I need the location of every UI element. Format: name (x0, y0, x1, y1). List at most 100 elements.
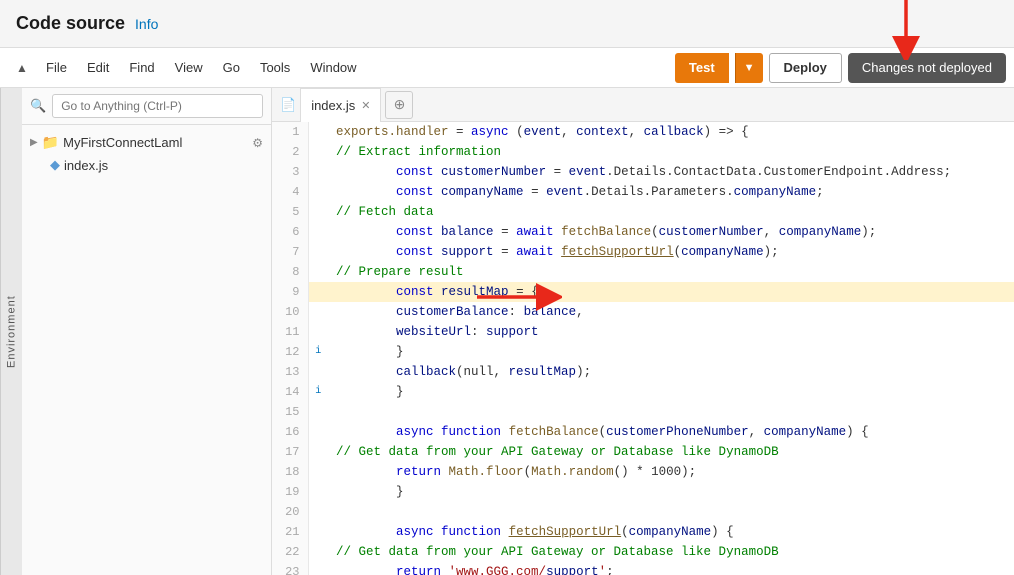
line-number: 23 (272, 562, 308, 575)
title-bar: Code source Info (0, 0, 1014, 48)
deploy-button[interactable]: Deploy (769, 53, 842, 83)
code-line-19: 19 } (272, 482, 1014, 502)
code-line-3: 3 const customerNumber = event.Details.C… (272, 162, 1014, 182)
menu-bar: ▲ File Edit Find View Go Tools Window Te… (0, 48, 1014, 88)
search-input[interactable] (52, 94, 263, 118)
line-marker (308, 222, 328, 242)
tab-label: index.js (311, 98, 355, 113)
line-number: 11 (272, 322, 308, 342)
line-content: return 'www.GGG.com/support'; (328, 562, 1014, 575)
menu-find[interactable]: Find (119, 56, 164, 79)
line-content: const resultMap = { (328, 282, 1014, 302)
file-icon: ◆ (50, 157, 60, 173)
line-marker (308, 282, 328, 302)
line-content: // Get data from your API Gateway or Dat… (328, 442, 1014, 462)
file-item-indexjs[interactable]: ◆ index.js (22, 154, 271, 176)
line-content: exports.handler = async (event, context,… (328, 122, 1014, 142)
line-marker: i (308, 382, 328, 402)
code-line-21: 21 async function fetchSupportUrl(compan… (272, 522, 1014, 542)
tab-close-icon[interactable]: ✕ (361, 99, 370, 112)
line-content: const customerNumber = event.Details.Con… (328, 162, 1014, 182)
tab-add-button[interactable]: ⊕ (385, 91, 413, 119)
line-number: 15 (272, 402, 308, 422)
environment-label: Environment (0, 88, 22, 575)
collapse-button[interactable]: ▲ (8, 54, 36, 82)
menu-tools[interactable]: Tools (250, 56, 300, 79)
info-link[interactable]: Info (135, 16, 158, 32)
line-marker (308, 482, 328, 502)
line-marker (308, 422, 328, 442)
search-icon: 🔍 (30, 98, 46, 114)
line-marker (308, 522, 328, 542)
code-line-22: 22 // Get data from your API Gateway or … (272, 542, 1014, 562)
project-name: MyFirstConnectLaml (63, 135, 182, 150)
line-content: } (328, 482, 1014, 502)
line-number: 10 (272, 302, 308, 322)
line-marker (308, 502, 328, 522)
line-content: async function fetchSupportUrl(companyNa… (328, 522, 1014, 542)
tab-doc-icon: 📄 (280, 97, 296, 113)
changes-not-deployed-button[interactable]: Changes not deployed (848, 53, 1006, 83)
line-number: 7 (272, 242, 308, 262)
line-marker (308, 122, 328, 142)
line-number: 22 (272, 542, 308, 562)
line-content: const support = await fetchSupportUrl(co… (328, 242, 1014, 262)
test-button[interactable]: Test (675, 53, 729, 83)
file-tree: ▶ 📁 MyFirstConnectLaml ⚙ ◆ index.js (22, 125, 271, 575)
gear-icon[interactable]: ⚙ (252, 136, 263, 150)
sidebar: 🔍 ▶ 📁 MyFirstConnectLaml ⚙ ◆ index.js (22, 88, 272, 575)
line-marker (308, 242, 328, 262)
line-content: // Extract information (328, 142, 1014, 162)
menu-go[interactable]: Go (213, 56, 250, 79)
code-line-20: 20 (272, 502, 1014, 522)
tabs-bar: 📄 index.js ✕ ⊕ (272, 88, 1014, 122)
line-number: 13 (272, 362, 308, 382)
line-marker (308, 302, 328, 322)
menu-edit[interactable]: Edit (77, 56, 119, 79)
line-marker (308, 562, 328, 575)
line-number: 1 (272, 122, 308, 142)
code-line-16: 16 async function fetchBalance(customerP… (272, 422, 1014, 442)
folder-icon: 📁 (42, 134, 59, 151)
code-view[interactable]: 1 exports.handler = async (event, contex… (272, 122, 1014, 575)
code-line-17: 17 // Get data from your API Gateway or … (272, 442, 1014, 462)
line-marker: i (308, 342, 328, 362)
page-title: Code source (16, 13, 125, 34)
line-content: callback(null, resultMap); (328, 362, 1014, 382)
code-line-13: 13 callback(null, resultMap); (272, 362, 1014, 382)
line-content: customerBalance: balance, (328, 302, 1014, 322)
line-number: 12 (272, 342, 308, 362)
line-content: } (328, 342, 1014, 362)
tab-indexjs[interactable]: index.js ✕ (300, 88, 381, 122)
line-content: const balance = await fetchBalance(custo… (328, 222, 1014, 242)
line-number: 16 (272, 422, 308, 442)
test-dropdown-button[interactable]: ▼ (735, 53, 763, 83)
line-content (328, 402, 1014, 422)
code-line-15: 15 (272, 402, 1014, 422)
line-number: 14 (272, 382, 308, 402)
menu-file[interactable]: File (36, 56, 77, 79)
menu-bar-right: Test ▼ Deploy Changes not deployed (675, 53, 1006, 83)
code-line-11: 11 websiteUrl: support (272, 322, 1014, 342)
code-table: 1 exports.handler = async (event, contex… (272, 122, 1014, 575)
menu-window[interactable]: Window (300, 56, 366, 79)
file-name: index.js (64, 158, 108, 173)
line-marker (308, 402, 328, 422)
line-number: 9 (272, 282, 308, 302)
project-folder-item[interactable]: ▶ 📁 MyFirstConnectLaml ⚙ (22, 131, 271, 154)
line-content: } (328, 382, 1014, 402)
code-line-6: 6 const balance = await fetchBalance(cus… (272, 222, 1014, 242)
code-line-18: 18 return Math.floor(Math.random() * 100… (272, 462, 1014, 482)
line-number: 17 (272, 442, 308, 462)
line-number: 2 (272, 142, 308, 162)
code-line-14: 14 i } (272, 382, 1014, 402)
code-line-8: 8 // Prepare result (272, 262, 1014, 282)
search-bar: 🔍 (22, 88, 271, 125)
line-content: // Get data from your API Gateway or Dat… (328, 542, 1014, 562)
main-layout: Environment 🔍 ▶ 📁 MyFirstConnectLaml ⚙ ◆… (0, 88, 1014, 575)
code-line-5: 5 // Fetch data (272, 202, 1014, 222)
menu-view[interactable]: View (165, 56, 213, 79)
line-marker (308, 202, 328, 222)
line-marker (308, 182, 328, 202)
line-number: 3 (272, 162, 308, 182)
